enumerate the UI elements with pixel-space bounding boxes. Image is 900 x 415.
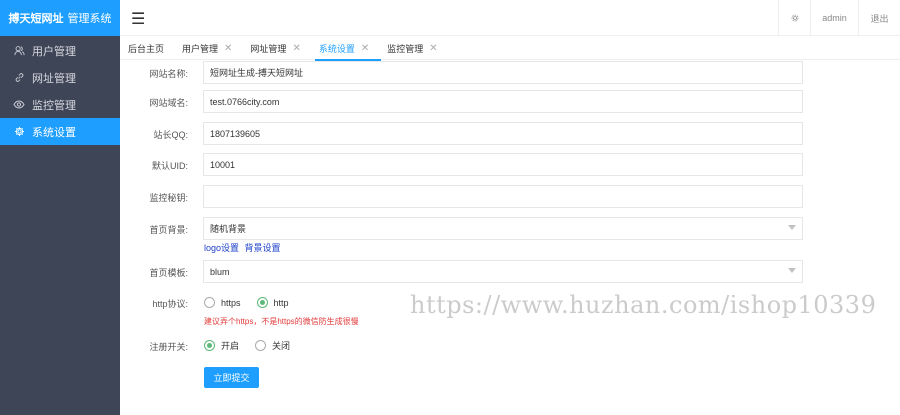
home-template-value: blum	[210, 266, 230, 277]
radio-label: 开启	[221, 341, 240, 351]
sidebar-item-links[interactable]: 网址管理	[0, 64, 120, 91]
tab-label: 后台主页	[128, 44, 165, 54]
sidebar-item-label: 监控管理	[32, 99, 76, 112]
sidebar-item-settings[interactable]: 系统设置	[0, 118, 120, 145]
user-icon	[12, 45, 26, 56]
app-logo[interactable]: 搏天短网址 管理系统	[0, 0, 120, 36]
close-icon[interactable]: ✕	[292, 43, 300, 54]
home-template-select[interactable]: blum	[203, 260, 803, 283]
chevron-down-icon	[788, 268, 796, 273]
tab-label: 系统设置	[318, 44, 355, 54]
close-icon[interactable]: ✕	[224, 43, 232, 54]
user-menu[interactable]: admin	[810, 0, 858, 36]
monitor-key-input[interactable]	[203, 185, 803, 208]
tab-settings[interactable]: 系统设置 ✕	[314, 38, 382, 61]
tab-links[interactable]: 网址管理 ✕	[250, 38, 308, 60]
radio-circle-icon	[255, 340, 267, 351]
tab-home[interactable]: 后台主页	[128, 38, 172, 60]
logout-link[interactable]: 退出	[858, 0, 900, 36]
menu-toggle-icon[interactable]: ☰	[131, 9, 145, 29]
sidebar: 搏天短网址 管理系统 用户管理 网址管理 监控管理 系统设置	[0, 0, 120, 415]
sidebar-item-users[interactable]: 用户管理	[0, 37, 120, 64]
close-icon[interactable]: ✕	[429, 43, 437, 54]
radio-label: 关闭	[272, 341, 291, 351]
radio-label: http	[273, 297, 289, 308]
sidebar-item-label: 系统设置	[32, 126, 76, 139]
chevron-down-icon	[788, 225, 796, 230]
tab-monitor[interactable]: 监控管理 ✕	[387, 38, 445, 60]
logo-sub: 管理系统	[67, 13, 112, 25]
top-bar: ☰ admin 退出	[120, 0, 900, 36]
home-bg-select[interactable]: 随机背景	[203, 217, 803, 240]
http-protocol-note: 建议弄个https，不是https的微信防生成很慢	[204, 317, 359, 326]
home-template-label: 首页模板:	[149, 268, 188, 278]
tab-label: 用户管理	[182, 44, 219, 54]
sidebar-item-monitor[interactable]: 监控管理	[0, 91, 120, 118]
top-right-controls: admin 退出	[778, 0, 900, 36]
default-uid-label: 默认UID:	[151, 161, 188, 171]
radio-disable[interactable]: 关闭	[255, 339, 290, 352]
logo-main: 搏天短网址	[8, 13, 64, 25]
home-bg-links: logo设置 背景设置	[204, 241, 281, 254]
sidebar-item-label: 网址管理	[32, 72, 76, 85]
http-protocol-radio-group: https http	[204, 297, 305, 308]
logo-settings-link[interactable]: logo设置	[204, 243, 239, 253]
home-bg-label: 首页背景:	[149, 225, 188, 235]
settings-gear-icon[interactable]	[778, 0, 810, 36]
admin-qq-label: 站长QQ:	[153, 130, 188, 140]
site-name-input[interactable]: 短网址生成-搏天短网址	[203, 61, 803, 84]
radio-circle-icon	[204, 297, 215, 308]
tab-bar: 后台主页 用户管理 ✕ 网址管理 ✕ 系统设置 ✕ 监控管理 ✕	[120, 38, 900, 61]
http-protocol-label: http协议:	[152, 299, 188, 309]
home-bg-value: 随机背景	[210, 224, 247, 234]
register-switch-label: 注册开关:	[149, 342, 188, 352]
site-domain-label: 网站域名:	[149, 98, 188, 108]
radio-enable[interactable]: 开启	[204, 339, 239, 352]
default-uid-input[interactable]: 10001	[203, 153, 803, 176]
eye-icon	[12, 99, 26, 110]
settings-form: 网站名称: 短网址生成-搏天短网址 网站域名: test.0766city.co…	[120, 60, 900, 415]
radio-circle-checked-icon	[204, 340, 215, 351]
monitor-key-label: 监控秘钥:	[149, 193, 188, 203]
register-switch-radio-group: 开启 关闭	[204, 339, 306, 352]
link-icon	[12, 72, 26, 83]
bg-settings-link[interactable]: 背景设置	[245, 243, 281, 253]
tab-label: 监控管理	[387, 44, 424, 54]
site-domain-input[interactable]: test.0766city.com	[203, 90, 803, 113]
sidebar-item-label: 用户管理	[32, 45, 76, 58]
close-icon[interactable]: ✕	[361, 43, 369, 54]
submit-button[interactable]: 立即提交	[204, 367, 259, 388]
tab-label: 网址管理	[250, 44, 287, 54]
radio-circle-checked-icon	[256, 297, 268, 308]
radio-label: https	[221, 297, 241, 308]
gear-icon	[12, 126, 26, 137]
admin-qq-input[interactable]: 1807139605	[203, 122, 803, 145]
tab-users[interactable]: 用户管理 ✕	[182, 38, 240, 60]
radio-http[interactable]: http	[256, 297, 289, 308]
watermark-text: https://www.huzhan.com/ishop10339	[410, 291, 877, 319]
site-name-label: 网站名称:	[149, 69, 188, 79]
radio-https[interactable]: https	[204, 297, 241, 308]
